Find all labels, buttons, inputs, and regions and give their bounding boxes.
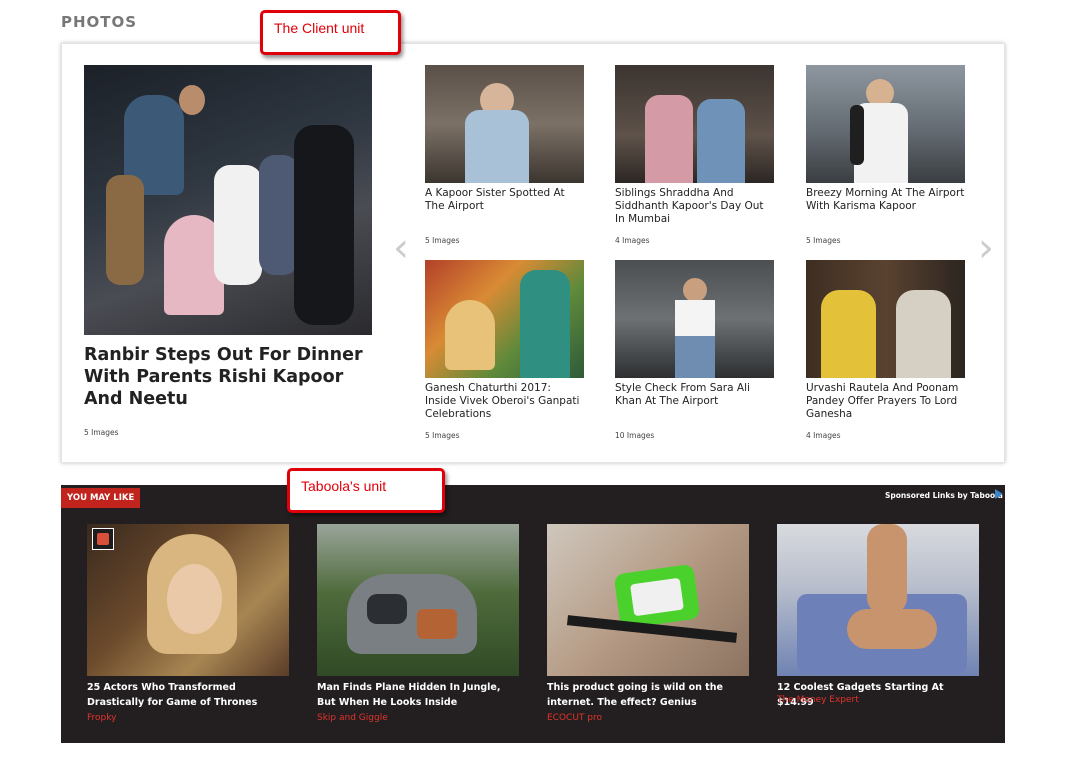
- gallery-title[interactable]: Siblings Shraddha And Siddhanth Kapoor's…: [615, 187, 775, 226]
- gallery-title[interactable]: Breezy Morning At The Airport With Karis…: [806, 187, 966, 213]
- gallery-thumbnail[interactable]: [806, 260, 965, 378]
- featured-image-count: 5 Images: [84, 428, 119, 437]
- featured-image[interactable]: [84, 65, 372, 335]
- gallery-thumbnail[interactable]: [615, 260, 774, 378]
- section-title: PHOTOS: [61, 13, 138, 31]
- taboola-item-source[interactable]: ECOCUT pro: [547, 713, 602, 723]
- gallery-thumbnail[interactable]: [425, 260, 584, 378]
- taboola-item-source[interactable]: The Money Expert: [777, 695, 859, 705]
- taboola-item-title[interactable]: This product going is wild on the intern…: [547, 680, 752, 710]
- gallery-image-count: 4 Images: [615, 236, 650, 245]
- taboola-item-title[interactable]: Man Finds Plane Hidden In Jungle, But Wh…: [317, 680, 522, 710]
- taboola-item-image[interactable]: [777, 524, 979, 676]
- gallery-title[interactable]: Style Check From Sara Ali Khan At The Ai…: [615, 382, 775, 408]
- taboola-unit-callout: Taboola's unit: [287, 468, 445, 513]
- gallery-image-count: 10 Images: [615, 431, 655, 440]
- taboola-item-image[interactable]: [547, 524, 749, 676]
- client-unit-callout: The Client unit: [260, 10, 401, 55]
- taboola-item-source[interactable]: Skip and Giggle: [317, 713, 388, 723]
- chevron-right-icon[interactable]: ›: [978, 228, 994, 268]
- gallery-thumbnail[interactable]: [806, 65, 965, 183]
- gallery-title[interactable]: Ganesh Chaturthi 2017: Inside Vivek Ober…: [425, 382, 585, 421]
- sponsored-links-link[interactable]: Sponsored Links by Taboola: [885, 491, 1003, 500]
- gallery-title[interactable]: Urvashi Rautela And Poonam Pandey Offer …: [806, 382, 966, 421]
- adchoices-icon[interactable]: [995, 489, 1003, 499]
- gallery-image-count: 4 Images: [806, 431, 841, 440]
- featured-title[interactable]: Ranbir Steps Out For Dinner With Parents…: [84, 344, 384, 410]
- taboola-item-title[interactable]: 25 Actors Who Transformed Drastically fo…: [87, 680, 292, 710]
- gallery-image-count: 5 Images: [425, 236, 460, 245]
- gallery-thumbnail[interactable]: [615, 65, 774, 183]
- you-may-like-label: YOU MAY LIKE: [61, 488, 141, 508]
- gallery-image-count: 5 Images: [425, 431, 460, 440]
- chevron-left-icon[interactable]: ‹: [393, 228, 409, 268]
- taboola-item-image[interactable]: [317, 524, 519, 676]
- taboola-item-source[interactable]: Fropky: [87, 713, 116, 723]
- gallery-image-count: 5 Images: [806, 236, 841, 245]
- taboola-item-image[interactable]: [87, 524, 289, 676]
- gallery-title[interactable]: A Kapoor Sister Spotted At The Airport: [425, 187, 585, 213]
- thumbs-down-icon[interactable]: [92, 528, 114, 550]
- gallery-thumbnail[interactable]: [425, 65, 584, 183]
